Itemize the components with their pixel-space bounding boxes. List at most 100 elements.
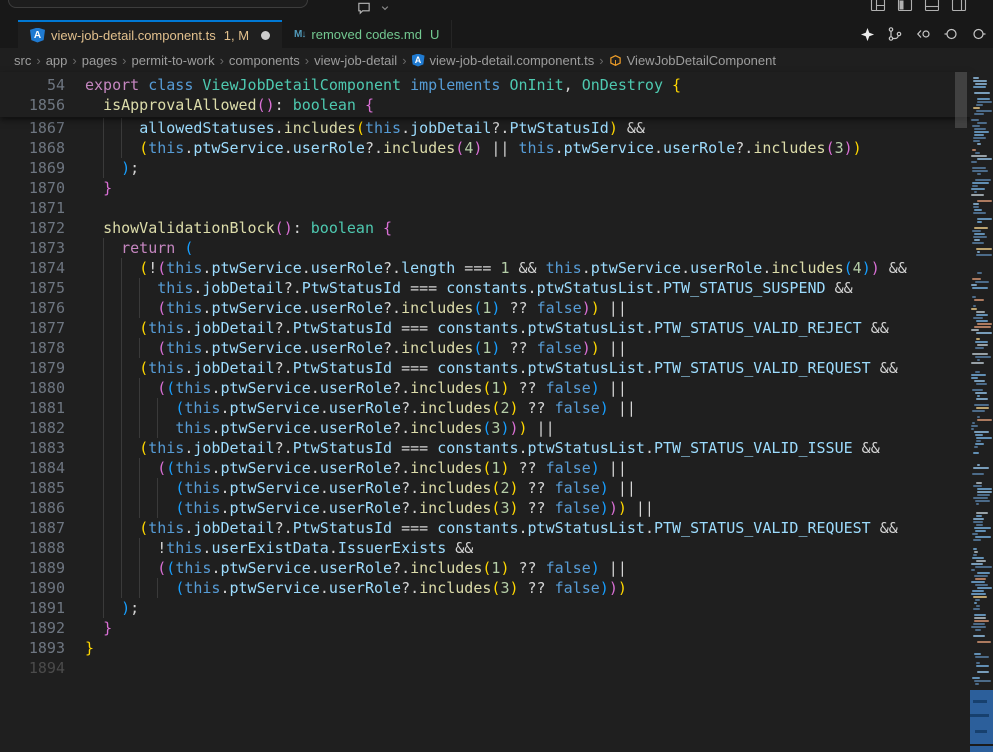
- breadcrumb-item-permit-to-work[interactable]: permit-to-work: [132, 53, 215, 68]
- line-number[interactable]: 1886: [0, 498, 85, 518]
- code-line[interactable]: 1892 }: [0, 618, 993, 638]
- minimap-line: [977, 491, 992, 493]
- line-number[interactable]: 1874: [0, 258, 85, 278]
- open-changes-icon[interactable]: [915, 26, 931, 42]
- line-number[interactable]: 1873: [0, 238, 85, 258]
- line-number[interactable]: 1869: [0, 158, 85, 178]
- line-number[interactable]: 1889: [0, 558, 85, 578]
- line-number[interactable]: 1867: [0, 118, 85, 138]
- code-line[interactable]: 1877 (this.jobDetail?.PtwStatusId === co…: [0, 318, 993, 338]
- line-number[interactable]: 1887: [0, 518, 85, 538]
- breadcrumb-file[interactable]: view-job-detail.component.ts: [430, 53, 595, 68]
- line-number[interactable]: 1880: [0, 378, 85, 398]
- scrollbar-thumb[interactable]: [955, 72, 967, 128]
- breadcrumb-symbol[interactable]: ViewJobDetailComponent: [627, 53, 776, 68]
- code-content: (this.jobDetail?.PtwStatusId === constan…: [85, 358, 993, 378]
- code-line[interactable]: 1875 this.jobDetail?.PtwStatusId === con…: [0, 278, 993, 298]
- code-line[interactable]: 1883 (this.jobDetail?.PtwStatusId === co…: [0, 438, 993, 458]
- code-line[interactable]: 1874 (!(this.ptwService.userRole?.length…: [0, 258, 993, 278]
- customize-layout-icon[interactable]: [870, 0, 886, 13]
- breadcrumb-item-pages[interactable]: pages: [82, 53, 117, 68]
- next-change-icon[interactable]: [971, 26, 987, 42]
- copilot-icon[interactable]: [860, 27, 875, 42]
- code-line[interactable]: 1885 (this.ptwService.userRole?.includes…: [0, 478, 993, 498]
- line-number[interactable]: 1878: [0, 338, 85, 358]
- line-number[interactable]: 1882: [0, 418, 85, 438]
- line-number[interactable]: 1885: [0, 478, 85, 498]
- line-number[interactable]: 1868: [0, 138, 85, 158]
- line-number[interactable]: 1876: [0, 298, 85, 318]
- line-number[interactable]: 1870: [0, 178, 85, 198]
- code-line[interactable]: 1871: [0, 198, 993, 218]
- code-line[interactable]: 1893}: [0, 638, 993, 658]
- minimap-line: [971, 308, 977, 310]
- chat-icon[interactable]: [356, 1, 372, 16]
- sticky-scroll[interactable]: 54export class ViewJobDetailComponent im…: [0, 72, 970, 117]
- code-line[interactable]: 1888 !this.userExistData.IssuerExists &&: [0, 538, 993, 558]
- code-line[interactable]: 1872 showValidationBlock(): boolean {: [0, 218, 993, 238]
- line-number[interactable]: 54: [0, 75, 85, 95]
- minimap-line: [976, 662, 980, 664]
- tab-removed-codes[interactable]: M↓ removed codes.md U: [282, 20, 452, 48]
- minimap[interactable]: [970, 72, 993, 752]
- toggle-panel-icon[interactable]: [924, 0, 940, 13]
- code-line[interactable]: 54export class ViewJobDetailComponent im…: [0, 75, 970, 95]
- code-line[interactable]: 1879 (this.jobDetail?.PtwStatusId === co…: [0, 358, 993, 378]
- code-line[interactable]: 1880 ((this.ptwService.userRole?.include…: [0, 378, 993, 398]
- minimap-line: [974, 233, 985, 235]
- code-line[interactable]: 1886 (this.ptwService.userRole?.includes…: [0, 498, 993, 518]
- code-line[interactable]: 1870 }: [0, 178, 993, 198]
- line-number[interactable]: 1879: [0, 358, 85, 378]
- line-number[interactable]: 1890: [0, 578, 85, 598]
- line-number[interactable]: 1877: [0, 318, 85, 338]
- code-line[interactable]: 1887 (this.jobDetail?.PtwStatusId === co…: [0, 518, 993, 538]
- indent-guide: [103, 438, 104, 458]
- minimap-line: [974, 653, 981, 655]
- minimap-line: [974, 404, 989, 406]
- breadcrumb-item-app[interactable]: app: [46, 53, 68, 68]
- line-number[interactable]: 1893: [0, 638, 85, 658]
- command-center[interactable]: [8, 0, 308, 8]
- line-number[interactable]: 1894: [0, 658, 85, 678]
- breadcrumb-item-src[interactable]: src: [14, 53, 31, 68]
- dirty-indicator[interactable]: [261, 31, 270, 40]
- minimap-line: [973, 452, 979, 454]
- line-number[interactable]: 1884: [0, 458, 85, 478]
- minimap-line: [972, 410, 985, 412]
- code-line[interactable]: 1884 ((this.ptwService.userRole?.include…: [0, 458, 993, 478]
- source-control-graph-icon[interactable]: [887, 26, 903, 42]
- chevron-down-icon[interactable]: [380, 1, 390, 16]
- line-number[interactable]: 1888: [0, 538, 85, 558]
- code-line[interactable]: 1878 (this.ptwService.userRole?.includes…: [0, 338, 993, 358]
- line-number[interactable]: 1875: [0, 278, 85, 298]
- code-line[interactable]: 1869 );: [0, 158, 993, 178]
- line-number[interactable]: 1881: [0, 398, 85, 418]
- code-line[interactable]: 1867 allowedStatuses.includes(this.jobDe…: [0, 118, 993, 138]
- line-number[interactable]: 1883: [0, 438, 85, 458]
- toggle-secondary-sidebar-icon[interactable]: [951, 0, 967, 13]
- code-line[interactable]: 1889 ((this.ptwService.userRole?.include…: [0, 558, 993, 578]
- code-line[interactable]: 1881 (this.ptwService.userRole?.includes…: [0, 398, 993, 418]
- toggle-primary-sidebar-icon[interactable]: [897, 0, 913, 13]
- code-line[interactable]: 1882 this.ptwService.userRole?.includes(…: [0, 418, 993, 438]
- code-line[interactable]: 1856 isApprovalAllowed(): boolean {: [0, 95, 970, 115]
- minimap-line: [971, 377, 978, 379]
- code-line[interactable]: 1894: [0, 658, 993, 678]
- breadcrumb-item-components[interactable]: components: [229, 53, 300, 68]
- minimap-line: [976, 515, 982, 517]
- code-line[interactable]: 1873 return (: [0, 238, 993, 258]
- code-line[interactable]: 1876 (this.ptwService.userRole?.includes…: [0, 298, 993, 318]
- code-line[interactable]: 1868 (this.ptwService.userRole?.includes…: [0, 138, 993, 158]
- code-line[interactable]: 1890 (this.ptwService.userRole?.includes…: [0, 578, 993, 598]
- tab-view-job-detail[interactable]: A view-job-detail.component.ts 1, M: [18, 20, 282, 48]
- minimap-line: [976, 248, 992, 250]
- line-number[interactable]: 1871: [0, 198, 85, 218]
- previous-change-icon[interactable]: [943, 26, 959, 42]
- line-number[interactable]: 1891: [0, 598, 85, 618]
- code-line[interactable]: 1891 );: [0, 598, 993, 618]
- breadcrumb-item-view-job-detail[interactable]: view-job-detail: [314, 53, 397, 68]
- minimap-line: [977, 323, 992, 325]
- line-number[interactable]: 1856: [0, 95, 85, 115]
- line-number[interactable]: 1892: [0, 618, 85, 638]
- line-number[interactable]: 1872: [0, 218, 85, 238]
